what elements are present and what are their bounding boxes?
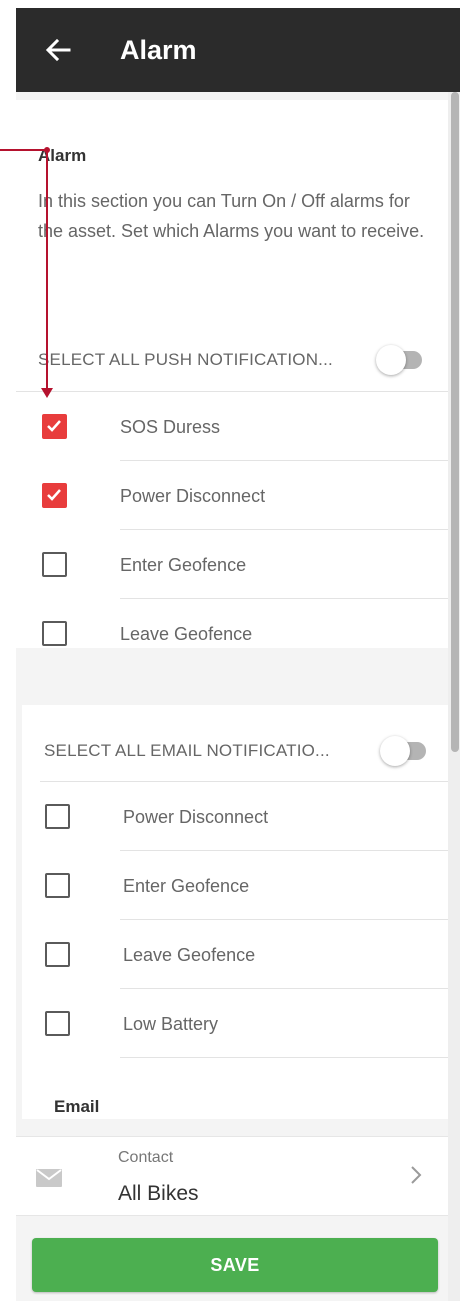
toggle-knob (376, 345, 406, 375)
arrow-left-icon (45, 38, 71, 62)
item-label: SOS Duress (120, 417, 221, 437)
item-label: Enter Geofence (120, 555, 247, 575)
item-label: Enter Geofence (123, 876, 250, 896)
checkbox[interactable] (42, 621, 67, 646)
email-item-enter-geofence[interactable]: Enter Geofence (22, 851, 448, 919)
checkbox[interactable] (42, 483, 67, 508)
checkbox[interactable] (42, 414, 67, 439)
divider (120, 1057, 448, 1058)
email-notifications-card: SELECT ALL EMAIL NOTIFICATIO... Power Di… (22, 705, 448, 1119)
checkmark-icon (47, 489, 61, 501)
section-title-email: Email (54, 1097, 100, 1116)
email-item-power-disconnect[interactable]: Power Disconnect (22, 782, 448, 850)
contact-selector[interactable]: Contact All Bikes (16, 1136, 448, 1216)
email-item-low-battery[interactable]: Low Battery (22, 989, 448, 1057)
checkbox[interactable] (45, 942, 70, 967)
checkbox[interactable] (45, 804, 70, 829)
mail-icon (36, 1169, 62, 1187)
section-title-alarm: Alarm (38, 146, 87, 165)
item-label: Power Disconnect (120, 486, 266, 506)
checkmark-icon (47, 420, 61, 432)
scrollbar[interactable] (448, 92, 460, 1301)
push-item-sos-duress[interactable]: SOS Duress (16, 392, 448, 460)
email-item-leave-geofence[interactable]: Leave Geofence (22, 920, 448, 988)
contact-value: All Bikes (118, 1182, 199, 1205)
push-item-power-disconnect[interactable]: Power Disconnect (16, 461, 448, 529)
item-label: Leave Geofence (123, 945, 256, 965)
push-item-leave-geofence[interactable]: Leave Geofence (16, 599, 448, 667)
push-item-enter-geofence[interactable]: Enter Geofence (16, 530, 448, 598)
select-all-email-label: SELECT ALL EMAIL NOTIFICATIO... (44, 741, 330, 760)
checkbox[interactable] (45, 873, 70, 898)
contact-caption: Contact (118, 1149, 174, 1166)
app-bar: Alarm (16, 8, 460, 92)
item-label: Low Battery (123, 1014, 219, 1034)
checkbox[interactable] (45, 1011, 70, 1036)
select-all-push-toggle[interactable] (376, 345, 428, 375)
push-notifications-card: SELECT ALL PUSH NOTIFICATION... SOS Dure… (16, 314, 448, 648)
intro-card: Alarm In this section you can Turn On / … (16, 100, 448, 316)
page-title: Alarm (120, 35, 197, 65)
scrollbar-thumb[interactable] (451, 92, 459, 752)
item-label: Power Disconnect (123, 807, 269, 827)
select-all-email-toggle[interactable] (380, 736, 432, 766)
checkbox[interactable] (42, 552, 67, 577)
save-button[interactable]: SAVE (32, 1238, 438, 1292)
back-button[interactable] (38, 30, 78, 70)
toggle-knob (380, 736, 410, 766)
chevron-right-icon (411, 1166, 422, 1184)
phone-screen: Alarm Alarm In this section you can Turn… (16, 8, 460, 1301)
intro-description: In this section you can Turn On / Off al… (38, 191, 425, 241)
item-label: Leave Geofence (120, 624, 253, 644)
select-all-push-label: SELECT ALL PUSH NOTIFICATION... (38, 350, 333, 369)
